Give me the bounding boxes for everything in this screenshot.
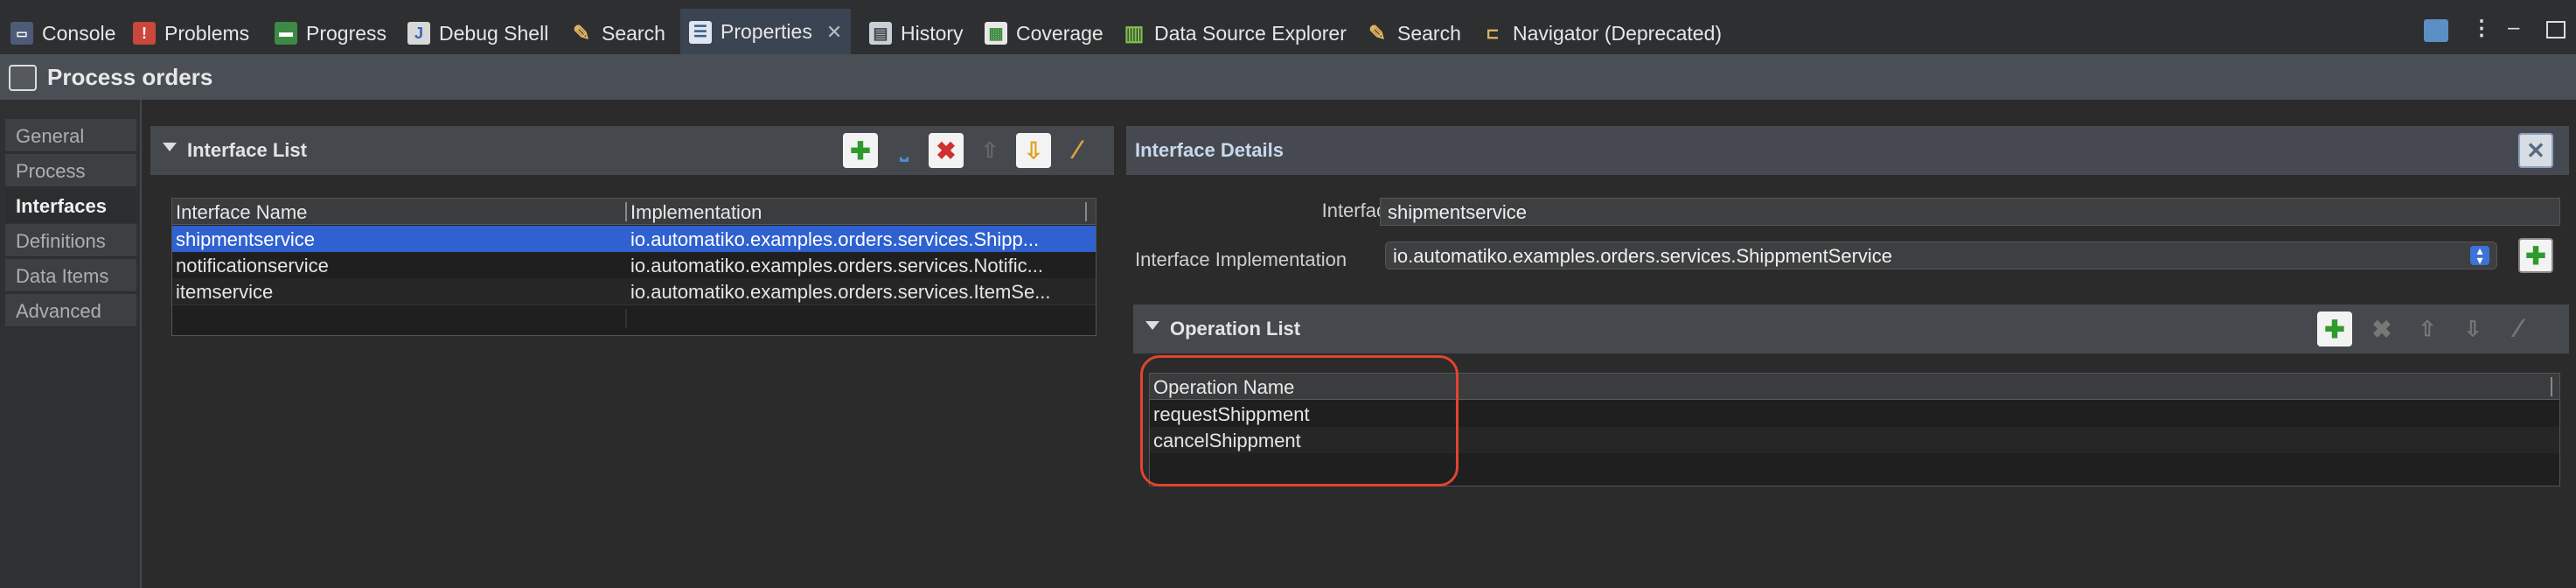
search-icon: ✎	[1368, 21, 1387, 46]
coverage-icon: ▦	[985, 22, 1007, 45]
tab-label: History	[901, 21, 964, 45]
interface-table: Interface Name Implementation shipmentse…	[171, 198, 1097, 336]
close-details-button[interactable]: ✕	[2518, 133, 2553, 168]
tab-label: Data Source Explorer	[1154, 21, 1347, 45]
collapse-icon[interactable]	[163, 143, 177, 151]
implementation-cell: io.automatiko.examples.orders.services.S…	[630, 228, 1040, 250]
selected-value: io.automatiko.examples.orders.services.S…	[1393, 245, 1893, 267]
column-header[interactable]: Interface Name	[176, 201, 307, 224]
sidebar-item-definitions[interactable]: Definitions	[5, 224, 136, 257]
interface-name-field[interactable]: shipmentservice	[1380, 198, 2560, 226]
sidebar-item-interfaces[interactable]: Interfaces	[5, 189, 136, 222]
edit-button[interactable]: ⁄	[1060, 133, 1095, 168]
tab-label: Debug Shell	[439, 21, 549, 45]
search-icon: ✎	[572, 21, 591, 46]
section-title: Operation List	[1170, 318, 1301, 340]
tab-search[interactable]: ✎ Search	[570, 9, 665, 58]
problems-icon: !	[133, 22, 156, 45]
move-up-button[interactable]: ⇧	[2410, 312, 2445, 346]
column-divider	[625, 309, 627, 328]
move-up-button[interactable]: ⇧	[972, 133, 1007, 168]
interface-implementation-select[interactable]: io.automatiko.examples.orders.services.S…	[1385, 242, 2497, 270]
tab-problems[interactable]: ! Problems	[133, 9, 249, 58]
sidebar-item-process[interactable]: Process	[5, 154, 136, 187]
interface-name-cell: itemservice	[176, 281, 274, 303]
annotation-highlight	[1140, 355, 1459, 486]
history-icon: ▤	[869, 22, 892, 45]
maximize-icon[interactable]	[2546, 21, 2566, 38]
debug-shell-icon: J	[407, 22, 430, 45]
editor-title-bar: Process orders	[0, 54, 2576, 100]
process-icon	[9, 65, 37, 91]
sidebar-item-general[interactable]: General	[5, 119, 136, 152]
tab-console[interactable]: ▭ Console	[10, 9, 115, 58]
interface-list-section: Interface List ✚ ⎵ ✖ ⇧ ⇩ ⁄ Interface Nam…	[150, 126, 1114, 564]
table-row[interactable]: itemservice io.automatiko.examples.order…	[172, 278, 1096, 304]
tab-debug-shell[interactable]: J Debug Shell	[407, 9, 548, 58]
tab-coverage[interactable]: ▦ Coverage	[985, 9, 1104, 58]
tab-history[interactable]: ▤ History	[869, 9, 964, 58]
tab-properties[interactable]: ☰ Properties ✕	[680, 9, 852, 58]
edit-button[interactable]: ⁄	[2501, 312, 2536, 346]
tab-label: Navigator (Deprecated)	[1513, 21, 1723, 45]
interface-implementation-label: Interface Implementation	[1135, 248, 1347, 270]
table-row[interactable]: shipmentservice io.automatiko.examples.o…	[172, 226, 1096, 252]
move-down-button[interactable]: ⇩	[1016, 133, 1051, 168]
minimize-icon[interactable]: –	[2508, 16, 2519, 40]
chevron-updown-icon[interactable]: ▴ ▾	[2470, 244, 2489, 266]
tab-label: Progress	[306, 21, 387, 45]
navigator-icon: ⊏	[1486, 24, 1500, 42]
section-title: Interface List	[187, 139, 307, 161]
remove-button[interactable]: ✖	[929, 133, 964, 168]
move-down-button[interactable]: ⇩	[2455, 312, 2490, 346]
tab-data-source-explorer[interactable]: ▥ Data Source Explorer	[1123, 9, 1347, 58]
table-header: Interface Name Implementation	[172, 199, 1096, 225]
tab-search-2[interactable]: ✎ Search	[1366, 9, 1461, 58]
interface-name-cell: notificationservice	[176, 255, 329, 276]
empty-table-row[interactable]	[172, 304, 1096, 331]
tab-label: Console	[42, 21, 116, 45]
table-row[interactable]: notificationservice io.automatiko.exampl…	[172, 252, 1096, 278]
page-title: Process orders	[47, 64, 213, 90]
tab-progress[interactable]: ▬ Progress	[275, 9, 386, 58]
interface-list-header: Interface List ✚ ⎵ ✖ ⇧ ⇩ ⁄	[150, 126, 1114, 175]
tab-label: Problems	[164, 21, 250, 45]
interface-details-section: Interface Details ✕ Interface Name shipm…	[1126, 126, 2569, 511]
tab-navigator[interactable]: ⊏ Navigator (Deprecated)	[1481, 9, 1722, 58]
add-implementation-button[interactable]: ✚	[2518, 238, 2553, 273]
add-interface-button[interactable]: ✚	[843, 133, 878, 168]
data-source-icon: ▥	[1124, 21, 1145, 46]
operation-list-header: Operation List ✚ ✖ ⇧ ⇩ ⁄	[1133, 304, 2569, 354]
implementation-cell: io.automatiko.examples.orders.services.I…	[630, 281, 1051, 303]
interface-details-header: Interface Details ✕	[1126, 126, 2569, 175]
sidebar-item-data-items[interactable]: Data Items	[5, 259, 136, 292]
column-header[interactable]: Implementation	[630, 201, 762, 224]
remove-operation-button[interactable]: ✖	[2364, 312, 2399, 346]
open-console-icon[interactable]	[2424, 19, 2448, 42]
section-title: Interface Details	[1135, 139, 1284, 161]
collapse-icon[interactable]	[1145, 321, 1159, 330]
column-divider[interactable]	[2551, 377, 2552, 396]
progress-icon: ▬	[275, 22, 297, 45]
console-icon: ▭	[10, 22, 33, 45]
column-divider[interactable]	[1085, 202, 1087, 221]
close-icon[interactable]: ✕	[826, 21, 842, 44]
sidebar-item-advanced[interactable]: Advanced	[5, 294, 136, 327]
column-divider[interactable]	[625, 202, 627, 221]
tab-label: Properties	[721, 20, 812, 43]
tab-label: Coverage	[1016, 21, 1104, 45]
add-operation-button[interactable]: ✚	[2317, 312, 2352, 346]
implementation-cell: io.automatiko.examples.orders.services.N…	[630, 255, 1043, 276]
properties-sidebar: General Process Interfaces Definitions D…	[0, 100, 142, 588]
interface-name-cell: shipmentservice	[176, 228, 315, 250]
view-menu-icon[interactable]: ⋮	[2471, 16, 2492, 41]
tab-label: Search	[1397, 21, 1461, 45]
tab-label: Search	[602, 21, 665, 45]
properties-icon: ☰	[689, 20, 712, 44]
import-button[interactable]: ⎵	[887, 133, 922, 168]
